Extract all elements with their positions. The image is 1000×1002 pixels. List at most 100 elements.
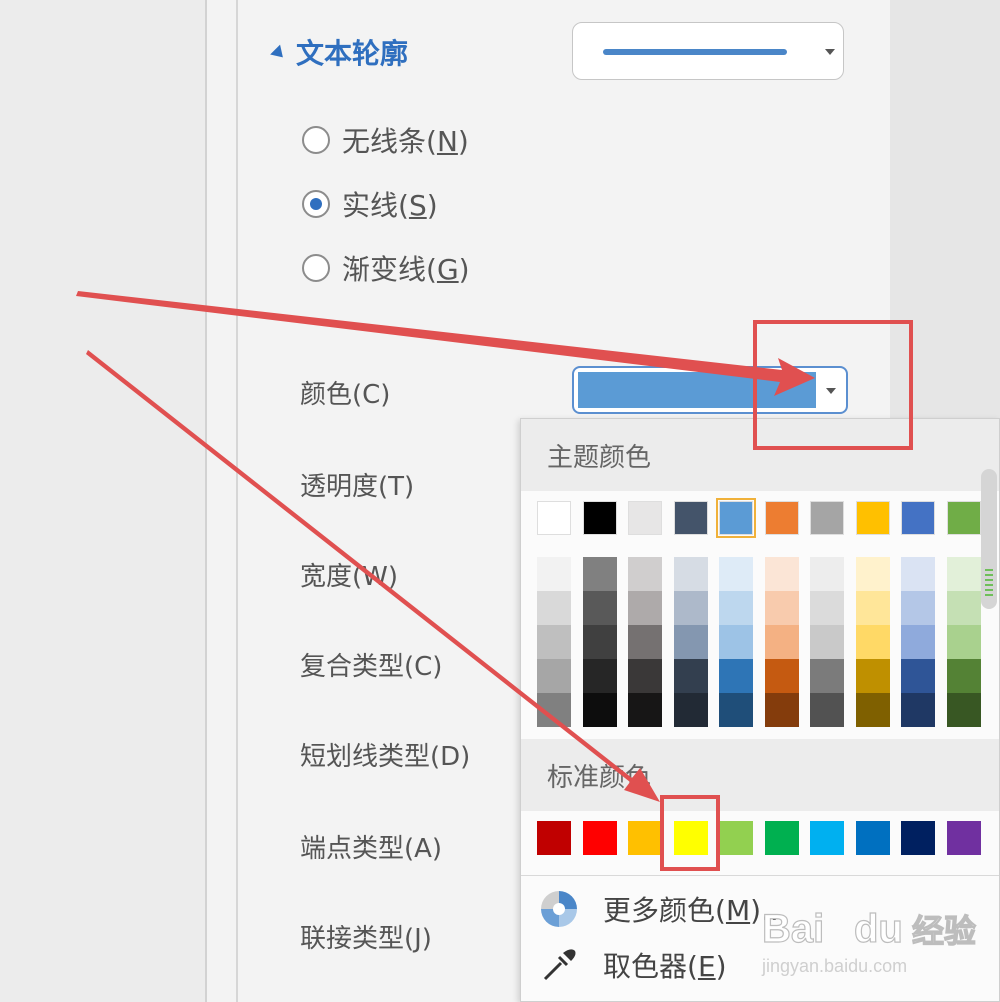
shade-swatch[interactable] (582, 659, 617, 693)
watermark-url: jingyan.baidu.com (761, 956, 907, 976)
shade-swatch[interactable] (946, 557, 981, 591)
shade-swatch[interactable] (810, 693, 844, 727)
shade-swatch[interactable] (628, 659, 662, 693)
shade-swatch[interactable] (537, 557, 571, 591)
standard-color-swatch[interactable] (901, 821, 935, 855)
shade-swatch[interactable] (764, 625, 799, 659)
watermark-cn: 经验 (912, 912, 976, 950)
shade-swatch[interactable] (537, 591, 571, 625)
shade-column (901, 557, 935, 727)
shade-swatch[interactable] (946, 659, 981, 693)
standard-color-swatch[interactable] (946, 821, 981, 855)
scrollbar-grip-icon (985, 569, 993, 599)
shade-swatch[interactable] (764, 591, 799, 625)
standard-color-swatch[interactable] (764, 821, 799, 855)
theme-color-swatch[interactable] (716, 498, 756, 538)
radio-solid-line[interactable]: 实线(S) (302, 184, 438, 224)
shade-swatch[interactable] (537, 659, 571, 693)
collapse-triangle-icon[interactable] (270, 44, 288, 62)
shade-swatch[interactable] (673, 557, 708, 591)
radio-gradient-line[interactable]: 渐变线(G) (302, 248, 470, 288)
shade-swatch[interactable] (537, 693, 571, 727)
shade-column (537, 557, 571, 727)
theme-color-swatch[interactable] (582, 501, 617, 535)
radio-no-line[interactable]: 无线条(N) (302, 120, 469, 160)
radio-label: 无线条(N) (342, 125, 469, 158)
shade-swatch[interactable] (582, 591, 617, 625)
shade-swatch[interactable] (810, 659, 844, 693)
shade-swatch[interactable] (764, 557, 799, 591)
theme-color-swatch[interactable] (855, 501, 890, 535)
shade-swatch[interactable] (946, 693, 981, 727)
theme-color-swatch[interactable] (901, 501, 935, 535)
label-compound-type: 复合类型(C) (300, 652, 443, 682)
standard-colors-title: 标准颜色 (547, 763, 652, 793)
shade-swatch[interactable] (582, 693, 617, 727)
shade-swatch[interactable] (673, 591, 708, 625)
shade-swatch[interactable] (673, 693, 708, 727)
line-style-dropdown[interactable] (572, 22, 844, 80)
shade-swatch[interactable] (855, 693, 890, 727)
theme-color-swatch[interactable] (764, 501, 799, 535)
standard-color-swatch[interactable] (810, 821, 844, 855)
radio-button[interactable] (302, 254, 330, 282)
shade-swatch[interactable] (719, 693, 753, 727)
shade-swatch[interactable] (855, 591, 890, 625)
standard-color-swatch[interactable] (628, 821, 662, 855)
label-transparency: 透明度(T) (300, 472, 415, 502)
shade-swatch[interactable] (901, 693, 935, 727)
theme-color-swatch[interactable] (673, 501, 708, 535)
shade-swatch[interactable] (628, 693, 662, 727)
shade-swatch[interactable] (673, 625, 708, 659)
shade-swatch[interactable] (719, 659, 753, 693)
shade-swatch[interactable] (628, 591, 662, 625)
standard-color-swatch[interactable] (582, 821, 617, 855)
theme-color-swatch[interactable] (810, 501, 844, 535)
shade-swatch[interactable] (810, 557, 844, 591)
label-color: 颜色(C) (300, 380, 391, 410)
shade-swatch[interactable] (810, 591, 844, 625)
shade-swatch[interactable] (537, 625, 571, 659)
shade-column (582, 557, 617, 727)
shade-swatch[interactable] (719, 591, 753, 625)
radio-button[interactable] (302, 190, 330, 218)
shade-swatch[interactable] (719, 557, 753, 591)
shade-swatch[interactable] (628, 557, 662, 591)
panel-divider (236, 0, 238, 1002)
shade-swatch[interactable] (901, 557, 935, 591)
theme-color-swatch[interactable] (946, 501, 981, 535)
shade-swatch[interactable] (764, 659, 799, 693)
standard-color-swatch[interactable] (855, 821, 890, 855)
shade-swatch[interactable] (901, 625, 935, 659)
standard-color-swatch[interactable] (719, 821, 753, 855)
highlight-box-yellow (660, 795, 720, 871)
shade-swatch[interactable] (764, 693, 799, 727)
shade-swatch[interactable] (946, 591, 981, 625)
shade-swatch[interactable] (582, 625, 617, 659)
more-colors-item[interactable]: 更多颜色(M)... (539, 889, 788, 929)
shade-swatch[interactable] (810, 625, 844, 659)
shade-swatch[interactable] (719, 625, 753, 659)
shade-column (855, 557, 890, 727)
watermark-brand-du: du (854, 907, 903, 951)
color-wheel-icon (541, 891, 577, 927)
shade-column (673, 557, 708, 727)
shade-column (810, 557, 844, 727)
shade-swatch[interactable] (901, 591, 935, 625)
shade-swatch[interactable] (901, 659, 935, 693)
shade-swatch[interactable] (855, 625, 890, 659)
eyedropper-item[interactable]: 取色器(E) (539, 945, 727, 985)
shade-swatch[interactable] (855, 659, 890, 693)
shade-swatch[interactable] (946, 625, 981, 659)
radio-button[interactable] (302, 126, 330, 154)
standard-color-swatch[interactable] (537, 821, 571, 855)
shade-swatch[interactable] (628, 625, 662, 659)
shade-swatch[interactable] (855, 557, 890, 591)
shade-swatch[interactable] (582, 557, 617, 591)
section-header-text-outline[interactable]: 文本轮廓 (270, 32, 409, 72)
theme-color-swatch[interactable] (537, 501, 571, 535)
shade-swatch[interactable] (673, 659, 708, 693)
theme-color-swatch[interactable] (628, 501, 662, 535)
highlight-box-dropdown (753, 320, 913, 450)
section-title: 文本轮廓 (296, 37, 409, 70)
